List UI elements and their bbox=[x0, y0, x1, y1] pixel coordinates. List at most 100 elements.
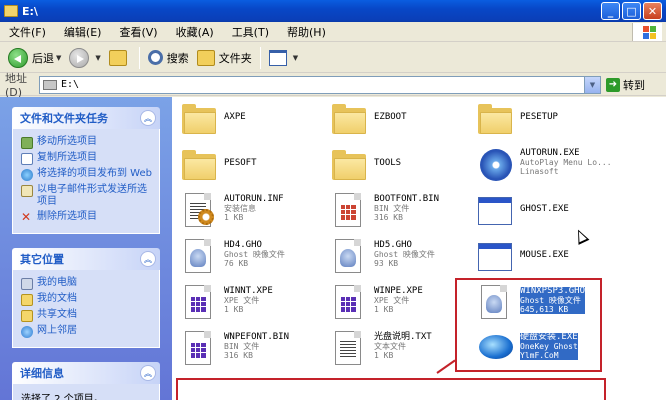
file-type: Ghost 映像文件 bbox=[224, 250, 285, 259]
folders-button[interactable]: 文件夹 bbox=[193, 45, 256, 71]
delete-icon: ✕ bbox=[21, 210, 32, 224]
file-name: EZBOOT bbox=[374, 112, 407, 122]
chevron-down-icon[interactable]: ▼ bbox=[293, 54, 298, 62]
views-icon bbox=[268, 49, 287, 66]
copy-icon bbox=[21, 153, 33, 165]
toolbar: 后退 ▼ ▼ 搜索 文件夹 ▼ bbox=[0, 43, 666, 73]
folder-item[interactable]: PESOFT bbox=[182, 147, 332, 191]
back-button[interactable]: 后退 ▼ bbox=[4, 45, 65, 71]
file-name: AXPE bbox=[224, 112, 246, 122]
go-arrow-icon: ➜ bbox=[606, 77, 620, 92]
file-size: 1 KB bbox=[224, 213, 244, 222]
folder-icon bbox=[182, 104, 218, 140]
search-button[interactable]: 搜索 bbox=[144, 45, 193, 71]
file-name: BOOTFONT.BIN bbox=[374, 194, 440, 204]
forward-button[interactable]: ▼ bbox=[65, 45, 104, 71]
move-icon bbox=[21, 137, 33, 149]
views-button[interactable]: ▼ bbox=[265, 45, 302, 71]
address-input[interactable]: E:\ ▼ bbox=[39, 75, 601, 94]
place-shared-documents[interactable]: 共享文档 bbox=[21, 309, 153, 322]
file-item[interactable]: HD5.GHO Ghost 映像文件 93 KB bbox=[332, 239, 482, 283]
file-type: 文本文件 bbox=[374, 342, 406, 351]
generic-file-icon bbox=[182, 285, 218, 321]
callout-box bbox=[176, 378, 606, 400]
file-name: PESOFT bbox=[224, 158, 257, 168]
folder-item[interactable]: AXPE bbox=[182, 101, 332, 145]
task-delete[interactable]: ✕ 删除所选项目 bbox=[21, 211, 153, 224]
computer-icon bbox=[21, 278, 33, 290]
file-name: WINPE.XPE bbox=[374, 286, 423, 296]
place-my-documents[interactable]: 我的文档 bbox=[21, 293, 153, 306]
other-places-title: 其它位置 bbox=[20, 253, 64, 266]
file-name: GHOST.EXE bbox=[520, 204, 569, 214]
file-item[interactable]: WNPEFONT.BIN BIN 文件 316 KB bbox=[182, 331, 332, 375]
file-type: 安装信息 bbox=[224, 204, 256, 213]
file-size: 1 KB bbox=[374, 351, 394, 360]
ghost-image-icon bbox=[182, 239, 218, 275]
chevron-down-icon[interactable]: ▼ bbox=[56, 54, 61, 62]
drive-icon bbox=[43, 79, 57, 90]
folder-icon bbox=[182, 150, 218, 186]
file-tasks-header[interactable]: 文件和文件夹任务 ︽ bbox=[12, 107, 160, 129]
file-item[interactable]: AUTORUN.INF 安装信息 1 KB bbox=[182, 193, 332, 237]
place-my-computer[interactable]: 我的电脑 bbox=[21, 277, 153, 290]
chevron-down-icon[interactable]: ▼ bbox=[584, 76, 600, 93]
file-tasks-body: 移动所选项目 复制所选项目 将选择的项目发布到 Web 以电子邮件形式发送所选项… bbox=[12, 129, 160, 234]
task-publish-web[interactable]: 将选择的项目发布到 Web bbox=[21, 168, 153, 181]
task-label: 以电子邮件形式发送所选项目 bbox=[37, 184, 147, 207]
task-move[interactable]: 移动所选项目 bbox=[21, 136, 153, 149]
title-bar: E:\ _ □ ✕ bbox=[0, 0, 666, 22]
file-item[interactable]: WINNT.XPE XPE 文件 1 KB bbox=[182, 285, 332, 329]
file-type: Ghost 映像文件 bbox=[374, 250, 435, 259]
close-button[interactable]: ✕ bbox=[643, 2, 662, 20]
other-places-header[interactable]: 其它位置 ︽ bbox=[12, 248, 160, 270]
folder-item[interactable]: PESETUP bbox=[478, 101, 628, 145]
application-icon bbox=[478, 241, 514, 277]
collapse-icon[interactable]: ︽ bbox=[140, 251, 156, 267]
forward-arrow-icon bbox=[69, 47, 90, 68]
file-size: 316 KB bbox=[224, 351, 253, 360]
file-item[interactable]: HD4.GHO Ghost 映像文件 76 KB bbox=[182, 239, 332, 283]
task-copy[interactable]: 复制所选项目 bbox=[21, 152, 153, 165]
text-file-icon bbox=[332, 331, 368, 367]
place-label: 我的文档 bbox=[37, 293, 77, 304]
address-label: 地址(D) bbox=[5, 72, 27, 99]
chevron-down-icon[interactable]: ▼ bbox=[95, 54, 100, 62]
collapse-icon[interactable]: ︽ bbox=[140, 110, 156, 126]
address-value: E:\ bbox=[61, 79, 80, 90]
shared-folder-icon bbox=[21, 310, 33, 322]
up-button[interactable] bbox=[105, 45, 135, 71]
folder-window-icon bbox=[4, 5, 18, 17]
file-type: XPE 文件 bbox=[224, 296, 260, 305]
task-email[interactable]: 以电子邮件形式发送所选项目 bbox=[21, 184, 153, 208]
folders-icon bbox=[196, 49, 215, 66]
file-type: XPE 文件 bbox=[374, 296, 410, 305]
file-item[interactable]: MOUSE.EXE bbox=[478, 239, 628, 283]
settings-file-icon bbox=[182, 193, 218, 229]
collapse-icon[interactable]: ︽ bbox=[140, 365, 156, 381]
menu-help[interactable]: 帮助(H) bbox=[278, 24, 335, 40]
ghost-image-icon bbox=[332, 239, 368, 275]
file-name: MOUSE.EXE bbox=[520, 250, 569, 260]
file-item[interactable]: BOOTFONT.BIN BIN 文件 316 KB bbox=[332, 193, 482, 237]
window-controls: _ □ ✕ bbox=[601, 2, 662, 20]
menu-favorites[interactable]: 收藏(A) bbox=[167, 24, 223, 40]
selection-highlight-box bbox=[455, 278, 602, 372]
details-header[interactable]: 详细信息 ︽ bbox=[12, 362, 160, 384]
place-network[interactable]: 网上邻居 bbox=[21, 325, 153, 338]
menu-view[interactable]: 查看(V) bbox=[110, 24, 166, 40]
folder-item[interactable]: TOOLS bbox=[332, 147, 482, 191]
file-type: BIN 文件 bbox=[224, 342, 260, 351]
go-button[interactable]: ➜ 转到 bbox=[606, 77, 645, 93]
file-item[interactable]: AUTORUN.EXE AutoPlay Menu Lo... Linasoft bbox=[478, 147, 628, 191]
folder-up-icon bbox=[108, 49, 127, 66]
maximize-button[interactable]: □ bbox=[622, 2, 641, 20]
menu-tools[interactable]: 工具(T) bbox=[223, 24, 278, 40]
folder-item[interactable]: EZBOOT bbox=[332, 101, 482, 145]
menu-file[interactable]: 文件(F) bbox=[0, 24, 55, 40]
generic-file-icon bbox=[332, 285, 368, 321]
menu-edit[interactable]: 编辑(E) bbox=[55, 24, 111, 40]
file-tasks-panel: 文件和文件夹任务 ︽ 移动所选项目 复制所选项目 将选择的项目发布到 Web 以… bbox=[12, 107, 160, 234]
file-item[interactable]: GHOST.EXE bbox=[478, 193, 628, 237]
minimize-button[interactable]: _ bbox=[601, 2, 620, 20]
